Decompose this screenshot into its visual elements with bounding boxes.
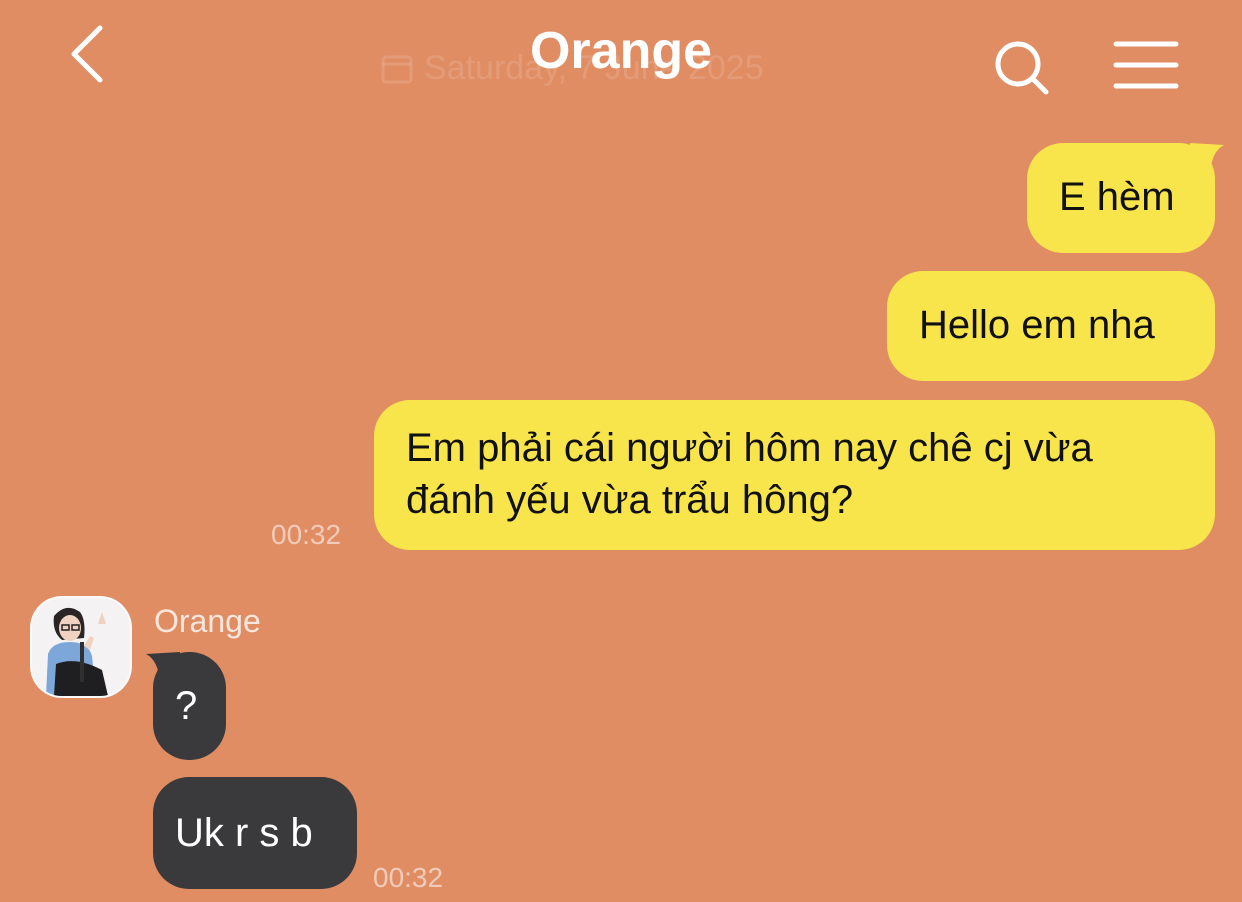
- message-timestamp: 00:32: [373, 862, 444, 893]
- message-text: ?: [175, 684, 198, 728]
- chat-title: Orange: [529, 22, 713, 80]
- chat-header: Saturday, 7 June 2025 Orange: [0, 0, 1242, 110]
- message-bubble-outgoing[interactable]: Em phải cái người hôm nay chê cj vừa đán…: [374, 400, 1215, 550]
- hamburger-menu-icon: [1113, 41, 1179, 89]
- search-button[interactable]: [990, 36, 1054, 100]
- avatar-photo: [32, 598, 130, 696]
- message-text: E hèm: [1059, 175, 1175, 219]
- sender-name: Orange: [154, 603, 261, 639]
- message-text: Em phải cái người hôm nay chê cj vừa đán…: [406, 426, 1093, 522]
- message-text: Hello em nha: [919, 303, 1155, 347]
- message-bubble-incoming[interactable]: Uk r s b: [153, 777, 357, 889]
- menu-button[interactable]: [1110, 36, 1182, 96]
- message-bubble-outgoing[interactable]: E hèm: [1027, 143, 1215, 253]
- message-text: Uk r s b: [175, 811, 313, 855]
- message-timestamp: 00:32: [271, 519, 342, 550]
- message-bubble-outgoing[interactable]: Hello em nha: [887, 271, 1215, 381]
- chat-screen: Saturday, 7 June 2025 Orange E hèm Hello…: [0, 0, 1242, 902]
- message-bubble-incoming[interactable]: ?: [153, 652, 226, 760]
- search-icon: [995, 41, 1049, 95]
- contact-avatar[interactable]: [30, 596, 132, 698]
